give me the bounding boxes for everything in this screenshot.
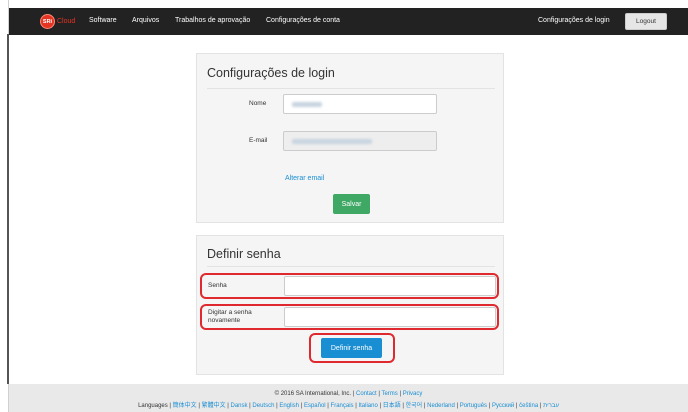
logout-button[interactable]: Logout [625, 13, 667, 30]
login-settings-title: Configurações de login [207, 66, 335, 80]
language-link[interactable]: Deutsch [252, 403, 274, 409]
terms-link[interactable]: Terms [381, 391, 397, 397]
name-field[interactable] [283, 94, 437, 114]
language-link[interactable]: עברית [543, 403, 559, 409]
nav-arquivos[interactable]: Arquivos [132, 17, 159, 24]
top-navbar: SRi Cloud Software Arquivos Trabalhos de… [9, 8, 688, 35]
title-divider [207, 88, 495, 89]
nav-configuracoes-de-conta[interactable]: Configurações de conta [266, 17, 340, 24]
nav-trabalhos-de-aprovacao[interactable]: Trabalhos de aprovação [175, 17, 250, 24]
language-link[interactable]: Nederland [427, 403, 455, 409]
footer: © 2016 SA International, Inc. | Contact … [9, 384, 688, 412]
brand[interactable]: SRi Cloud [40, 14, 75, 29]
change-email-link[interactable]: Alterar email [285, 175, 324, 182]
email-field [283, 131, 437, 151]
language-link[interactable]: Español [304, 403, 326, 409]
blurred-email-value [292, 139, 372, 144]
set-password-button[interactable]: Definir senha [321, 338, 382, 358]
name-label: Nome [249, 100, 267, 107]
language-link[interactable]: English [279, 403, 299, 409]
languages-label: Languages | [138, 403, 171, 409]
language-link[interactable]: Русский [492, 403, 514, 409]
confirm-password-field[interactable] [284, 307, 496, 327]
privacy-link[interactable]: Privacy [403, 391, 423, 397]
password-label: Senha [208, 282, 227, 289]
sai-logo-icon: SRi [40, 14, 55, 29]
nav-software[interactable]: Software [89, 17, 117, 24]
language-link[interactable]: Français [331, 403, 354, 409]
brand-cloud-text: Cloud [57, 18, 76, 25]
save-button[interactable]: Salvar [333, 194, 370, 214]
language-link[interactable]: 日本語 [383, 403, 401, 409]
language-link[interactable]: 簡体中文 [173, 403, 197, 409]
set-password-panel: Definir senha Senha Digitar a senha nova… [196, 235, 504, 375]
title-divider [207, 266, 495, 267]
language-link[interactable]: Português [460, 403, 487, 409]
nav-configuracoes-de-login[interactable]: Configurações de login [538, 17, 610, 24]
password-field[interactable] [284, 276, 496, 296]
left-window-edge [0, 0, 9, 412]
language-link[interactable]: 한국어 [406, 403, 423, 409]
footer-languages-line: Languages | 簡体中文 | 繁體中文 | Dansk | Deutsc… [138, 403, 559, 409]
contact-link[interactable]: Contact [356, 391, 377, 397]
language-link[interactable]: 繁體中文 [202, 403, 226, 409]
email-label: E-mail [249, 137, 268, 144]
confirm-password-label: Digitar a senha novamente [208, 309, 252, 324]
footer-copyright-line: © 2016 SA International, Inc. | Contact … [274, 391, 423, 397]
language-link[interactable]: Italiano [358, 403, 377, 409]
copyright-text: © 2016 SA International, Inc. | [274, 391, 355, 397]
login-settings-panel: Configurações de login Nome E-mail Alter… [196, 53, 504, 223]
blurred-name-value [292, 102, 322, 107]
set-password-title: Definir senha [207, 247, 281, 261]
language-link[interactable]: čeština [519, 403, 538, 409]
language-link[interactable]: Dansk [231, 403, 248, 409]
